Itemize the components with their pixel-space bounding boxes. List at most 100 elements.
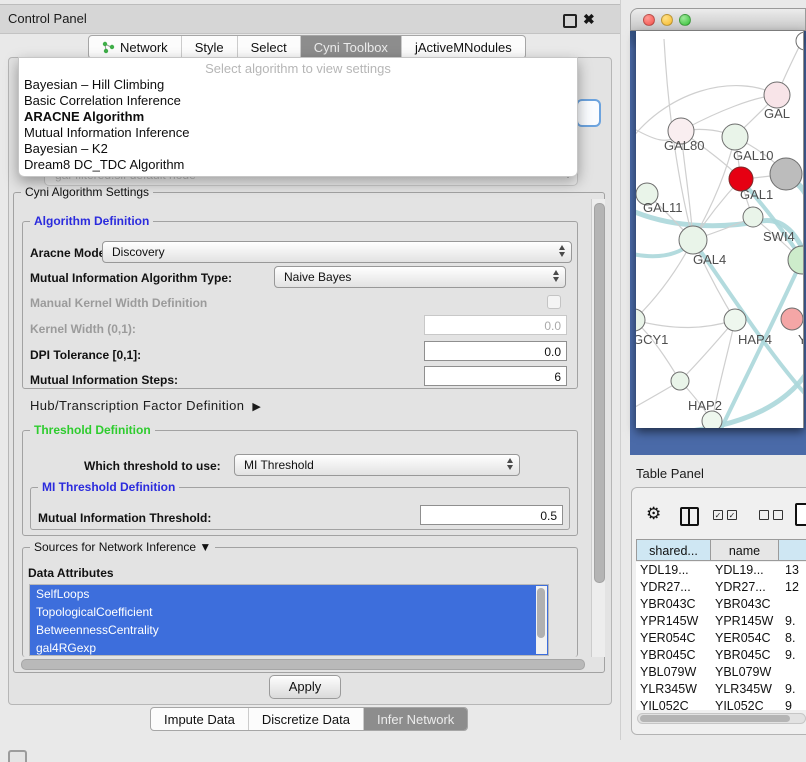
- gear-icon[interactable]: ⚙: [646, 504, 661, 524]
- table-cell[interactable]: YDR27...: [715, 579, 766, 596]
- close-icon[interactable]: ✖: [583, 10, 595, 28]
- algorithm-item[interactable]: Bayesian – K2: [19, 141, 577, 157]
- table-cell[interactable]: 9.: [785, 647, 795, 664]
- network-window-titlebar[interactable]: [630, 8, 806, 31]
- network-node[interactable]: [770, 158, 802, 190]
- table-horizontal-scrollbar[interactable]: [637, 713, 806, 724]
- column-header-name[interactable]: name: [710, 539, 779, 561]
- column-header-shared-name[interactable]: shared...: [636, 539, 711, 561]
- network-canvas[interactable]: GALGAL80GAL10GAL1GAL11SWI4GAL4GCY1HAP4YH…: [636, 31, 804, 428]
- scrollbar-thumb[interactable]: [594, 203, 605, 583]
- table-cell[interactable]: YPR145W: [640, 613, 698, 630]
- table-cell[interactable]: 9.: [785, 613, 795, 630]
- aracne-mode-combo[interactable]: Discovery: [102, 241, 572, 263]
- tab-impute-data[interactable]: Impute Data: [151, 708, 249, 730]
- minimized-panel-icon[interactable]: [8, 750, 27, 762]
- algorithm-item[interactable]: Dream8 DC_TDC Algorithm: [19, 157, 577, 173]
- tab-jactivemnodules[interactable]: jActiveMNodules: [402, 36, 525, 58]
- attribute-item[interactable]: TopologicalCoefficient: [30, 603, 548, 621]
- table-cell[interactable]: YBR043C: [715, 596, 771, 613]
- table-cell[interactable]: YIL052C: [640, 698, 689, 710]
- tab-style[interactable]: Style: [182, 36, 238, 58]
- network-node[interactable]: [636, 309, 645, 331]
- column-header-partial[interactable]: [778, 539, 806, 561]
- apply-button[interactable]: Apply: [269, 675, 341, 699]
- tab-network[interactable]: Network: [89, 36, 182, 58]
- tab-cyni-toolbox[interactable]: Cyni Toolbox: [301, 36, 402, 58]
- manual-kernel-checkbox[interactable]: [547, 295, 561, 309]
- network-node[interactable]: [724, 309, 746, 331]
- table-row[interactable]: YPR145W YPR145W 9.: [636, 613, 806, 630]
- table-cell[interactable]: YBL079W: [640, 664, 696, 681]
- column-layout-icon[interactable]: [680, 507, 699, 526]
- table-row[interactable]: YBR045C YBR045C 9.: [636, 647, 806, 664]
- mi-type-combo[interactable]: Naive Bayes: [274, 266, 566, 288]
- kernel-width-input[interactable]: 0.0: [424, 315, 567, 335]
- which-threshold-combo[interactable]: MI Threshold: [234, 454, 520, 476]
- scrollbar-thumb[interactable]: [537, 588, 545, 638]
- table-cell[interactable]: YBR045C: [640, 647, 696, 664]
- attribute-item[interactable]: SelfLoops: [30, 585, 548, 603]
- table-row[interactable]: YIL052C YIL052C 9: [636, 698, 806, 710]
- table-row[interactable]: YDL19... YDL19... 13: [636, 562, 806, 579]
- network-node[interactable]: [679, 226, 707, 254]
- document-icon[interactable]: [795, 503, 806, 526]
- network-node[interactable]: [671, 372, 689, 390]
- table-cell[interactable]: YDL19...: [715, 562, 764, 579]
- table-row[interactable]: YBL079W YBL079W: [636, 664, 806, 681]
- table-cell[interactable]: YER054C: [640, 630, 696, 647]
- table-cell[interactable]: YLR345W: [715, 681, 772, 698]
- network-node[interactable]: [722, 124, 748, 150]
- settings-vertical-scrollbar[interactable]: [591, 199, 605, 657]
- table-cell[interactable]: YBL079W: [715, 664, 771, 681]
- focused-combo-fragment[interactable]: [576, 99, 601, 127]
- table-row[interactable]: YBR043C YBR043C: [636, 596, 806, 613]
- close-traffic-light[interactable]: [643, 14, 655, 26]
- table-cell[interactable]: 9: [785, 698, 792, 710]
- table-cell[interactable]: 13: [785, 562, 799, 579]
- network-node[interactable]: [764, 82, 790, 108]
- unchecked-checkbox-icon[interactable]: [759, 510, 769, 520]
- list-vertical-scrollbar[interactable]: [536, 586, 547, 654]
- settings-horizontal-scrollbar[interactable]: [19, 658, 590, 670]
- algorithm-item[interactable]: Bayesian – Hill Climbing: [19, 77, 577, 93]
- table-cell[interactable]: 9.: [785, 681, 795, 698]
- float-window-icon[interactable]: [563, 14, 577, 28]
- tab-discretize-data[interactable]: Discretize Data: [249, 708, 364, 730]
- network-node[interactable]: [781, 308, 803, 330]
- table-row[interactable]: YER054C YER054C 8.: [636, 630, 806, 647]
- network-node[interactable]: [702, 411, 722, 428]
- table-row[interactable]: YDR27... YDR27... 12: [636, 579, 806, 596]
- zoom-traffic-light[interactable]: [679, 14, 691, 26]
- data-attributes-list[interactable]: SelfLoops TopologicalCoefficient Between…: [29, 584, 549, 656]
- checked-checkbox-icon[interactable]: ✓: [727, 510, 737, 520]
- table-cell[interactable]: YIL052C: [715, 698, 764, 710]
- tab-infer-network[interactable]: Infer Network: [364, 708, 467, 730]
- table-cell[interactable]: YER054C: [715, 630, 771, 647]
- algorithm-item[interactable]: Basic Correlation Inference: [19, 93, 577, 109]
- table-cell[interactable]: 8.: [785, 630, 795, 647]
- table-cell[interactable]: YDR27...: [640, 579, 691, 596]
- mi-threshold-input[interactable]: 0.5: [420, 505, 563, 525]
- unchecked-checkbox-icon[interactable]: [773, 510, 783, 520]
- table-cell[interactable]: YBR045C: [715, 647, 771, 664]
- dpi-tolerance-input[interactable]: 0.0: [424, 341, 567, 361]
- attribute-item[interactable]: BetweennessCentrality: [30, 621, 548, 639]
- algorithm-item-selected[interactable]: ARACNE Algorithm: [19, 109, 577, 125]
- sources-expander[interactable]: Sources for Network Inference ▼: [30, 540, 215, 555]
- minimize-traffic-light[interactable]: [661, 14, 673, 26]
- scrollbar-thumb[interactable]: [640, 715, 790, 722]
- algorithm-item[interactable]: Mutual Information Inference: [19, 125, 577, 141]
- table-cell[interactable]: YLR345W: [640, 681, 697, 698]
- scrollbar-thumb[interactable]: [21, 659, 585, 670]
- network-node[interactable]: [796, 32, 803, 50]
- table-row[interactable]: YLR345W YLR345W 9.: [636, 681, 806, 698]
- table-cell[interactable]: YDL19...: [640, 562, 689, 579]
- table-cell[interactable]: YPR145W: [715, 613, 773, 630]
- hub-definition-expander[interactable]: Hub/Transcription Factor Definition▶: [30, 398, 261, 413]
- table-cell[interactable]: 12: [785, 579, 799, 596]
- table-cell[interactable]: YBR043C: [640, 596, 696, 613]
- mi-steps-input[interactable]: 6: [424, 366, 567, 386]
- table-body[interactable]: YDL19...YDL19...13YDR27...YDR27...12YBR0…: [636, 562, 806, 710]
- network-node[interactable]: [743, 207, 763, 227]
